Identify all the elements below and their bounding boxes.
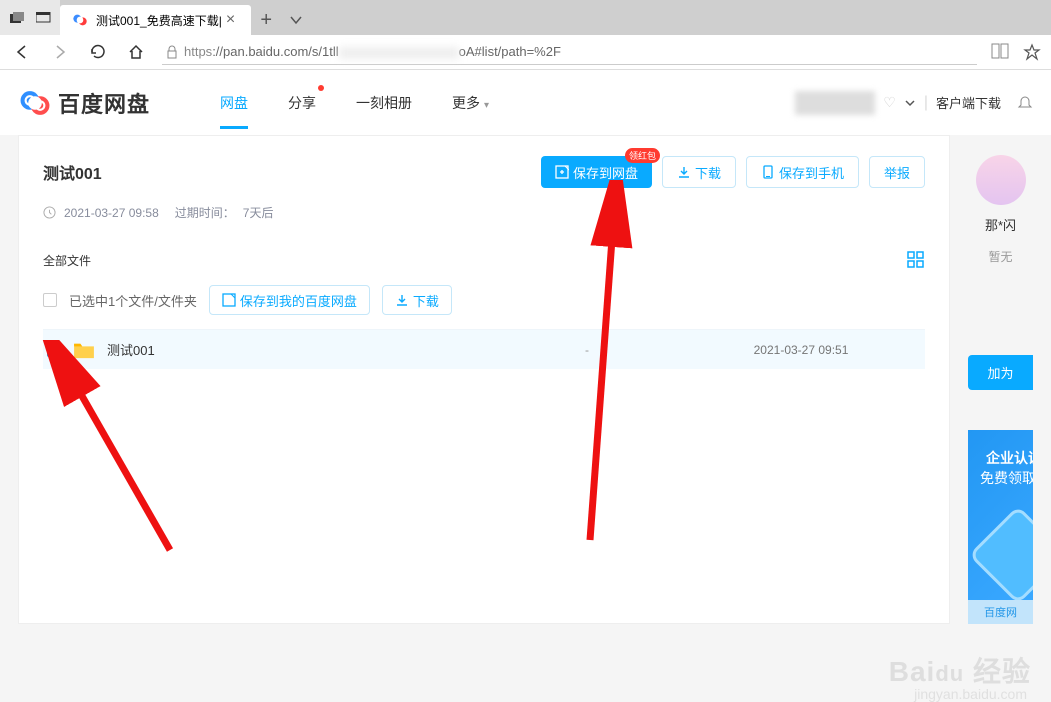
expire-value: 7天后 xyxy=(243,204,274,221)
main-panel: 测试001 领红包 保存到网盘 下载 保存到手机 举报 xyxy=(18,135,950,624)
save-icon xyxy=(222,293,236,307)
back-button[interactable] xyxy=(10,40,34,64)
select-all-checkbox[interactable] xyxy=(43,293,57,307)
home-button[interactable] xyxy=(124,40,148,64)
tab-close-icon[interactable]: × xyxy=(222,11,239,29)
heart-icon[interactable]: ♡ xyxy=(883,94,896,111)
watermark: Baidu Baidu 经验经验 xyxy=(889,650,1031,690)
user-avatar-blur[interactable] xyxy=(795,91,875,115)
download-small-button[interactable]: 下载 xyxy=(382,285,452,315)
promo-banner[interactable]: 企业认证 免费领取 xyxy=(968,430,1033,600)
nav-more[interactable]: 更多▾ xyxy=(452,87,489,119)
add-friend-button[interactable]: 加为 xyxy=(968,355,1033,390)
uploader-name: 那*闪 xyxy=(968,215,1033,234)
selection-text: 已选中1个文件/文件夹 xyxy=(69,291,197,310)
nav-fenxiang[interactable]: 分享 xyxy=(288,87,316,119)
client-download-link[interactable]: 客户端下载 xyxy=(936,93,1001,112)
download-icon xyxy=(395,293,409,307)
report-button[interactable]: 举报 xyxy=(869,156,925,188)
favorite-icon[interactable] xyxy=(1023,43,1041,61)
download-button[interactable]: 下载 xyxy=(662,156,736,188)
save-to-pan-button[interactable]: 领红包 保存到网盘 xyxy=(541,156,652,188)
nav-yike[interactable]: 一刻相册 xyxy=(356,87,412,119)
notification-dot xyxy=(318,85,324,91)
folder-icon xyxy=(73,341,95,359)
clock-icon xyxy=(43,206,56,219)
uploader-avatar[interactable] xyxy=(976,155,1026,205)
bell-icon[interactable] xyxy=(1017,95,1033,111)
row-checkbox[interactable] xyxy=(47,343,61,357)
tab-title: 测试001_免费高速下载| xyxy=(96,12,222,29)
logo[interactable]: 百度网盘 xyxy=(18,86,150,120)
download-icon xyxy=(677,165,691,179)
grid-view-icon[interactable] xyxy=(907,251,925,269)
baidupan-favicon xyxy=(72,12,88,28)
lock-icon xyxy=(166,45,178,59)
diamond-icon xyxy=(969,506,1033,600)
phone-icon xyxy=(761,165,775,179)
system-icon-2 xyxy=(35,10,53,25)
file-size: - xyxy=(497,343,677,357)
uploader-sub: 暂无 xyxy=(968,248,1033,265)
forward-button[interactable] xyxy=(48,40,72,64)
save-to-my-pan-button[interactable]: 保存到我的百度网盘 xyxy=(209,285,370,315)
save-to-phone-button[interactable]: 保存到手机 xyxy=(746,156,859,188)
new-tab-button[interactable]: + xyxy=(251,5,281,35)
baidupan-logo-icon xyxy=(18,86,52,120)
system-icon-1 xyxy=(9,10,27,25)
promo-footer: 百度网 xyxy=(968,600,1033,624)
file-date: 2021-03-27 09:51 xyxy=(677,343,925,357)
divider: | xyxy=(924,94,928,112)
share-date: 2021-03-27 09:58 xyxy=(64,206,159,220)
red-badge: 领红包 xyxy=(625,148,660,163)
file-row[interactable]: 测试001 - 2021-03-27 09:51 xyxy=(43,329,925,369)
file-name: 测试001 xyxy=(107,340,497,359)
refresh-button[interactable] xyxy=(86,40,110,64)
chevron-down-icon: ▾ xyxy=(484,100,489,111)
save-icon xyxy=(555,165,569,179)
address-bar[interactable]: https://pan.baidu.com/s/1tlloA#list/path… xyxy=(162,39,977,65)
share-title: 测试001 xyxy=(43,160,102,184)
logo-text: 百度网盘 xyxy=(58,87,150,119)
url-text: https://pan.baidu.com/s/1tlloA#list/path… xyxy=(184,44,973,59)
side-panel: 那*闪 暂无 加为 企业认证 免费领取 百度网 xyxy=(968,135,1033,624)
tabs-menu-icon[interactable] xyxy=(281,5,311,35)
reading-icon[interactable] xyxy=(991,43,1009,61)
nav-wangpan[interactable]: 网盘 xyxy=(220,87,248,119)
expire-label: 过期时间： xyxy=(175,204,235,221)
breadcrumb[interactable]: 全部文件 xyxy=(43,252,91,269)
browser-tab[interactable]: 测试001_免费高速下载| × xyxy=(60,5,251,35)
dropdown-icon[interactable] xyxy=(904,97,916,109)
